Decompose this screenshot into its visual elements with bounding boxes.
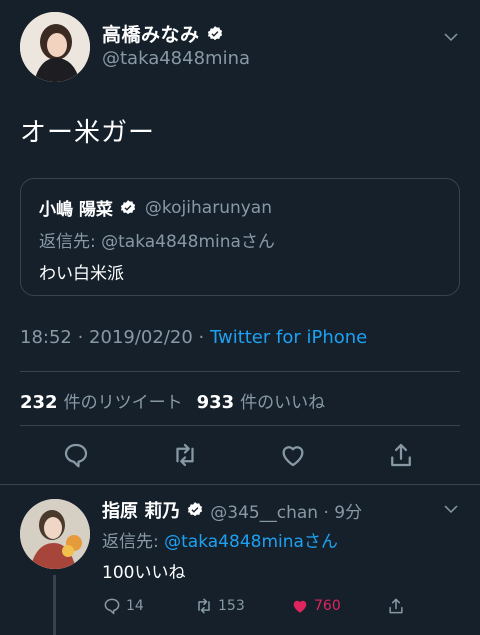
reply-to-prefix: 返信先: — [102, 532, 165, 552]
section-separator — [0, 484, 480, 485]
divider — [20, 425, 460, 426]
reply-reply-button[interactable]: 14 — [102, 596, 144, 616]
reply-icon — [104, 598, 120, 615]
reply-author[interactable]: 指原 莉乃 @345__chan · 9分 — [102, 497, 362, 523]
author-handle[interactable]: @taka4848mina — [102, 48, 250, 69]
avatar-reply[interactable] — [20, 499, 90, 569]
chevron-down-icon[interactable] — [442, 500, 460, 518]
tweet-timestamp[interactable]: 18:52 · 2019/02/20 · — [20, 327, 210, 348]
quoted-author: 小嶋 陽菜 @kojiharunyan — [39, 195, 272, 221]
tweet-source[interactable]: Twitter for iPhone — [210, 327, 367, 348]
quoted-display-name: 小嶋 陽菜 — [39, 200, 113, 220]
reply-action-bar: 14 153 760 — [102, 596, 442, 620]
verified-badge-icon — [207, 25, 222, 40]
reply-retweet-button[interactable]: 153 — [194, 596, 245, 616]
likes-count[interactable]: 933 — [197, 392, 235, 413]
reply-to: 返信先: @taka4848minaさん — [102, 527, 338, 552]
thread-line — [53, 575, 56, 635]
chevron-down-icon[interactable] — [442, 28, 460, 46]
reply-like-button[interactable]: 760 — [290, 596, 341, 616]
likes-label[interactable]: 件のいいね — [240, 388, 325, 413]
quoted-reply-to: 返信先: @taka4848minaさん — [39, 232, 275, 252]
quoted-text: わい白米派 — [39, 264, 124, 284]
reply-display-name[interactable]: 指原 莉乃 — [102, 497, 180, 523]
reply-icon[interactable] — [61, 440, 91, 470]
retweet-icon — [198, 598, 210, 614]
quoted-handle: @kojiharunyan — [144, 197, 272, 218]
reply-count: 14 — [126, 598, 144, 614]
tweet-action-bar — [0, 440, 480, 474]
tweet-text: オー米ガー — [20, 118, 156, 148]
reply-share-button[interactable] — [386, 596, 406, 616]
heart-filled-icon — [293, 600, 307, 613]
share-icon[interactable] — [386, 440, 416, 470]
quoted-tweet-card[interactable]: 小嶋 陽菜 @kojiharunyan 返信先: @taka4848minaさん… — [20, 178, 460, 296]
author-name[interactable]: 高橋みなみ — [102, 20, 224, 47]
reply-handle-time[interactable]: @345__chan · 9分 — [210, 498, 362, 523]
verified-badge-icon — [188, 502, 203, 517]
retweet-icon[interactable] — [170, 440, 200, 470]
divider — [20, 371, 460, 372]
tweet-meta: 18:52 · 2019/02/20 · Twitter for iPhone — [20, 327, 367, 348]
like-icon[interactable] — [278, 440, 308, 470]
reply-text: 100いいね — [102, 563, 186, 583]
reply-to-target[interactable]: @taka4848minaさん — [164, 532, 338, 552]
retweets-label[interactable]: 件のリツイート — [64, 388, 183, 413]
share-icon — [389, 598, 403, 614]
retweets-count[interactable]: 232 — [20, 392, 58, 413]
retweet-count: 153 — [218, 598, 245, 614]
verified-badge-icon — [120, 199, 136, 214]
engagement-stats: 232 件のリツイート 933 件のいいね — [20, 388, 325, 413]
like-count: 760 — [314, 598, 341, 614]
author-display-name[interactable]: 高橋みなみ — [102, 20, 200, 47]
avatar-main[interactable] — [20, 12, 90, 82]
